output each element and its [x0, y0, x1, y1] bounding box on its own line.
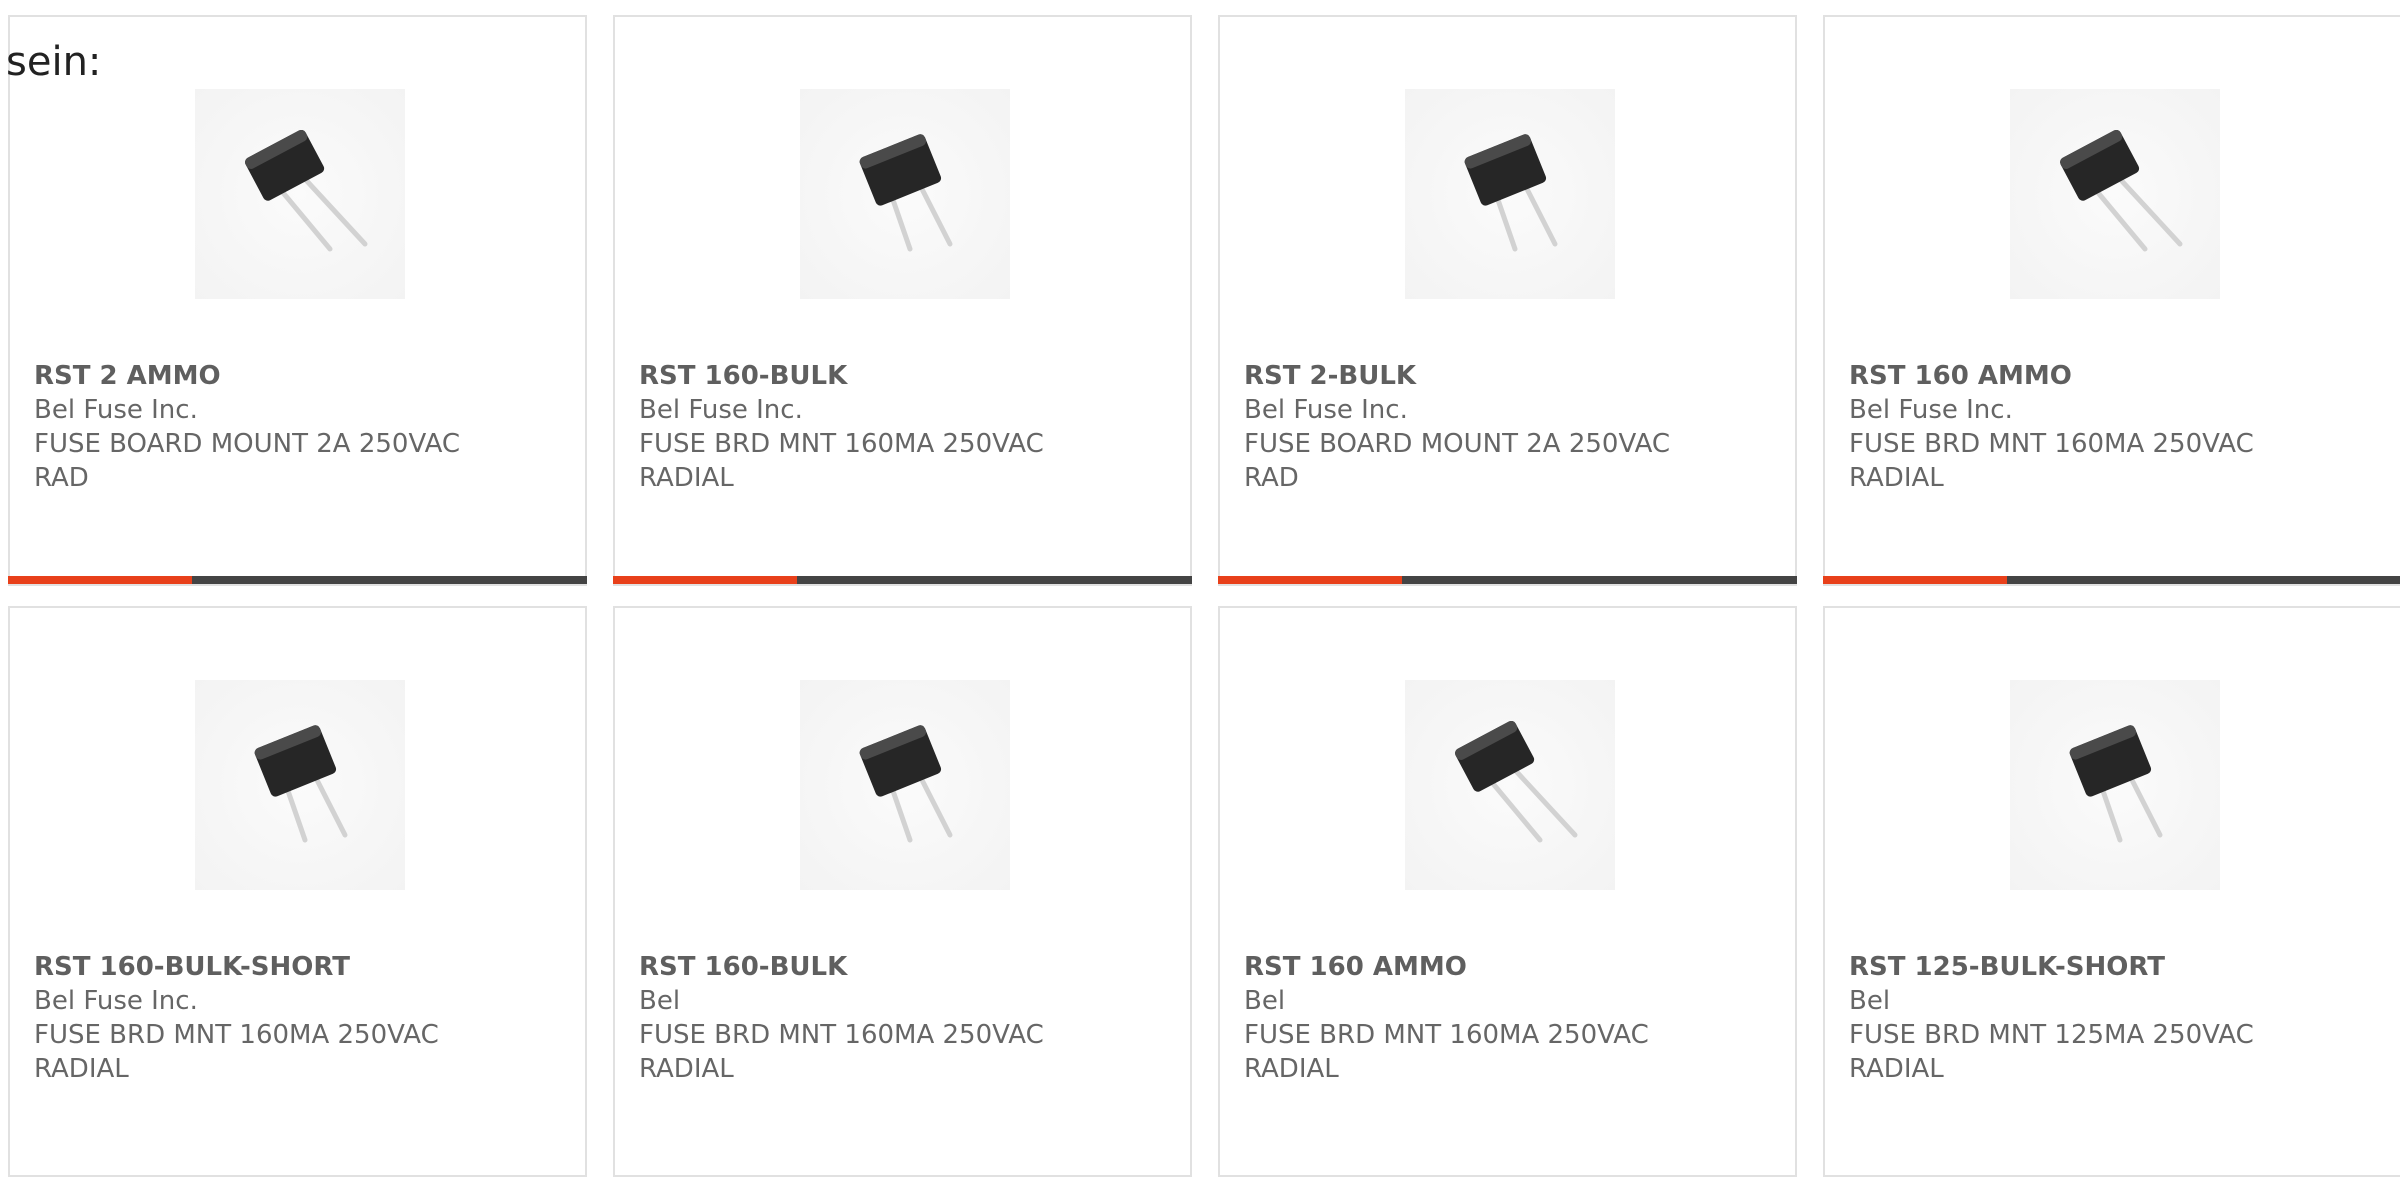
- description: FUSE BRD MNT 160MA 250VAC RADIAL: [1244, 1018, 1714, 1086]
- description-line: RADIAL: [34, 1054, 129, 1084]
- part-number[interactable]: RST 160-BULK-SHORT: [34, 950, 504, 984]
- description-line: FUSE BRD MNT 160MA 250VAC: [1849, 429, 2254, 459]
- accent-bar: [8, 576, 587, 584]
- part-number[interactable]: RST 160-BULK: [639, 359, 1109, 393]
- manufacturer: Bel: [639, 986, 681, 1016]
- product-card[interactable]: RST 160-BULK Bel FUSE BRD MNT 160MA 250V…: [613, 606, 1192, 1177]
- intro-text: sein:: [6, 39, 102, 85]
- fuse-component-icon[interactable]: [195, 680, 405, 890]
- manufacturer: Bel Fuse Inc.: [1849, 395, 2013, 425]
- product-info: RST 125-BULK-SHORT Bel FUSE BRD MNT 125M…: [1849, 950, 2319, 1086]
- fuse-component-icon[interactable]: [195, 89, 405, 299]
- description-line: RAD: [1244, 463, 1299, 493]
- product-card[interactable]: RST 160-BULK-SHORT Bel Fuse Inc. FUSE BR…: [8, 606, 587, 1177]
- part-number[interactable]: RST 2-BULK: [1244, 359, 1714, 393]
- product-card[interactable]: RST 125-BULK-SHORT Bel FUSE BRD MNT 125M…: [1823, 606, 2400, 1177]
- fuse-component-icon[interactable]: [2010, 680, 2220, 890]
- part-number[interactable]: RST 2 AMMO: [34, 359, 504, 393]
- description-line: RADIAL: [1849, 463, 1944, 493]
- part-number[interactable]: RST 125-BULK-SHORT: [1849, 950, 2319, 984]
- product-info: RST 160-BULK Bel FUSE BRD MNT 160MA 250V…: [639, 950, 1109, 1086]
- description-line: FUSE BRD MNT 160MA 250VAC: [639, 429, 1044, 459]
- product-card[interactable]: RST 2 AMMO Bel Fuse Inc. FUSE BOARD MOUN…: [8, 15, 587, 586]
- accent-highlight: [1218, 576, 1402, 584]
- manufacturer: Bel: [1849, 986, 1891, 1016]
- part-number[interactable]: RST 160-BULK: [639, 950, 1109, 984]
- description-line: FUSE BRD MNT 125MA 250VAC: [1849, 1020, 2254, 1050]
- description-line: FUSE BOARD MOUNT 2A 250VAC: [34, 429, 461, 459]
- description-line: FUSE BRD MNT 160MA 250VAC: [34, 1020, 439, 1050]
- product-card[interactable]: RST 2-BULK Bel Fuse Inc. FUSE BOARD MOUN…: [1218, 15, 1797, 586]
- product-info: RST 160-BULK-SHORT Bel Fuse Inc. FUSE BR…: [34, 950, 504, 1086]
- product-info: RST 2-BULK Bel Fuse Inc. FUSE BOARD MOUN…: [1244, 359, 1714, 495]
- description: FUSE BRD MNT 125MA 250VAC RADIAL: [1849, 1018, 2319, 1086]
- accent-bar: [1218, 576, 1797, 584]
- description-line: FUSE BRD MNT 160MA 250VAC: [639, 1020, 1044, 1050]
- description-line: RADIAL: [1849, 1054, 1944, 1084]
- fuse-component-icon[interactable]: [800, 680, 1010, 890]
- fuse-component-icon[interactable]: [2010, 89, 2220, 299]
- product-card[interactable]: RST 160 AMMO Bel FUSE BRD MNT 160MA 250V…: [1218, 606, 1797, 1177]
- description-line: RADIAL: [1244, 1054, 1339, 1084]
- description-line: FUSE BOARD MOUNT 2A 250VAC: [1244, 429, 1671, 459]
- description: FUSE BOARD MOUNT 2A 250VAC RAD: [1244, 427, 1714, 495]
- product-info: RST 160 AMMO Bel Fuse Inc. FUSE BRD MNT …: [1849, 359, 2319, 495]
- description: FUSE BRD MNT 160MA 250VAC RADIAL: [34, 1018, 504, 1086]
- description-line: RADIAL: [639, 1054, 734, 1084]
- accent-highlight: [1823, 576, 2007, 584]
- fuse-component-icon[interactable]: [800, 89, 1010, 299]
- manufacturer: Bel Fuse Inc.: [639, 395, 803, 425]
- description: FUSE BOARD MOUNT 2A 250VAC RAD: [34, 427, 504, 495]
- product-info: RST 160-BULK Bel Fuse Inc. FUSE BRD MNT …: [639, 359, 1109, 495]
- description: FUSE BRD MNT 160MA 250VAC RADIAL: [639, 1018, 1109, 1086]
- part-number[interactable]: RST 160 AMMO: [1244, 950, 1714, 984]
- accent-highlight: [613, 576, 797, 584]
- product-info: RST 2 AMMO Bel Fuse Inc. FUSE BOARD MOUN…: [34, 359, 504, 495]
- manufacturer: Bel: [1244, 986, 1286, 1016]
- manufacturer: Bel Fuse Inc.: [34, 395, 198, 425]
- description: FUSE BRD MNT 160MA 250VAC RADIAL: [1849, 427, 2319, 495]
- fuse-component-icon[interactable]: [1405, 89, 1615, 299]
- product-grid: RST 2 AMMO Bel Fuse Inc. FUSE BOARD MOUN…: [8, 15, 2400, 1177]
- product-card[interactable]: RST 160 AMMO Bel Fuse Inc. FUSE BRD MNT …: [1823, 15, 2400, 586]
- manufacturer: Bel Fuse Inc.: [34, 986, 198, 1016]
- description-line: RAD: [34, 463, 89, 493]
- product-info: RST 160 AMMO Bel FUSE BRD MNT 160MA 250V…: [1244, 950, 1714, 1086]
- product-card[interactable]: RST 160-BULK Bel Fuse Inc. FUSE BRD MNT …: [613, 15, 1192, 586]
- description-line: RADIAL: [639, 463, 734, 493]
- fuse-component-icon[interactable]: [1405, 680, 1615, 890]
- part-number[interactable]: RST 160 AMMO: [1849, 359, 2319, 393]
- description: FUSE BRD MNT 160MA 250VAC RADIAL: [639, 427, 1109, 495]
- accent-bar: [613, 576, 1192, 584]
- accent-bar: [1823, 576, 2400, 584]
- manufacturer: Bel Fuse Inc.: [1244, 395, 1408, 425]
- description-line: FUSE BRD MNT 160MA 250VAC: [1244, 1020, 1649, 1050]
- accent-highlight: [8, 576, 192, 584]
